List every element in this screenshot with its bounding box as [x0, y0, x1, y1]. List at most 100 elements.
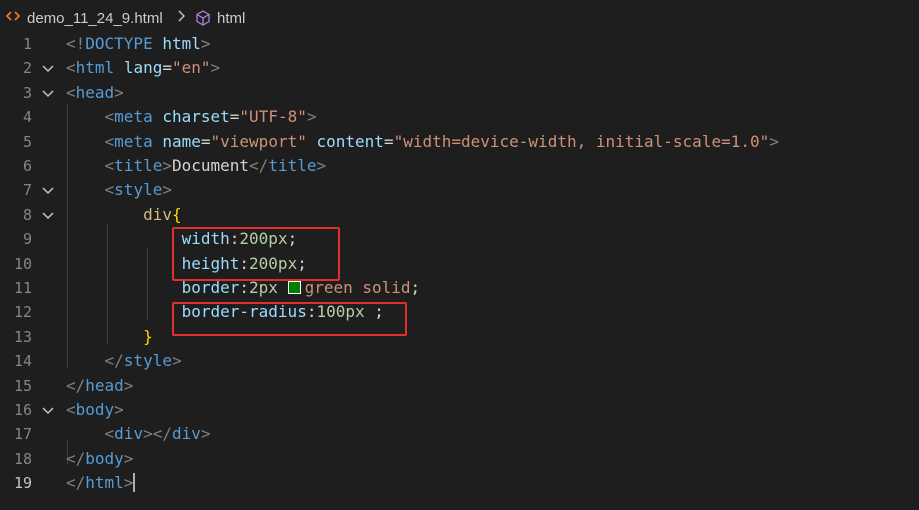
code-line[interactable]: 3 <head>	[0, 81, 919, 105]
code-line[interactable]: 6 <title>Document</title>	[0, 154, 919, 178]
line-number: 11	[13, 279, 32, 297]
fold-chevron-icon[interactable]	[40, 402, 56, 418]
code-token: }	[143, 326, 153, 346]
code-line[interactable]: 13 }	[0, 325, 919, 349]
code-token: >	[114, 82, 124, 102]
color-swatch[interactable]	[287, 281, 301, 294]
code-line[interactable]: 2 <html lang="en">	[0, 56, 919, 80]
code-text: div{	[66, 203, 182, 227]
code-token: >	[114, 400, 124, 419]
code-line[interactable]: 8 div{	[0, 203, 919, 227]
code-line[interactable]: 18 </body>	[0, 447, 919, 471]
code-line[interactable]: 15 </head>	[0, 374, 919, 398]
highlight-box-border-radius	[172, 302, 407, 336]
code-token: head	[85, 375, 124, 395]
breadcrumb-symbol[interactable]: html	[217, 10, 245, 27]
code-token: <	[66, 400, 76, 419]
code-token: "UTF-8"	[239, 107, 307, 127]
code-line[interactable]: 1 <!DOCTYPE html>	[0, 32, 919, 56]
code-text: <head>	[66, 81, 124, 105]
line-number: 5	[22, 132, 32, 151]
line-number: 6	[22, 157, 32, 175]
code-token: meta	[114, 131, 153, 151]
line-number: 15	[13, 376, 32, 395]
line-number: 12	[13, 303, 32, 322]
code-line[interactable]: 11 border:2px green solid;	[0, 276, 919, 300]
line-number: 16	[13, 401, 32, 419]
code-line[interactable]: 4 <meta charset="UTF-8">	[0, 105, 919, 129]
code-token: {	[171, 204, 182, 224]
code-line[interactable]: 14 </style>	[0, 349, 919, 373]
code-token: >	[210, 58, 221, 78]
code-line[interactable]: 9 width:200px;	[0, 227, 919, 251]
code-token: </	[66, 375, 86, 395]
code-text: </style>	[66, 349, 182, 373]
line-number: 14	[13, 352, 32, 371]
code-token: body	[85, 448, 124, 468]
line-number: 19	[13, 474, 32, 493]
line-number: 1	[22, 35, 32, 53]
code-token: >	[306, 107, 317, 127]
line-number: 7	[22, 181, 32, 200]
code-line[interactable]: 12 border-radius:100px ;	[0, 300, 919, 324]
code-token: <	[104, 180, 115, 200]
code-token: >	[200, 424, 211, 444]
code-token: >	[162, 180, 172, 200]
code-token: </	[249, 156, 269, 175]
fold-chevron-icon[interactable]	[40, 85, 56, 101]
code-token: =	[200, 131, 211, 151]
code-line[interactable]: 16 <body>	[0, 398, 919, 422]
code-text: <style>	[66, 178, 172, 202]
code-token: >	[123, 375, 134, 395]
code-token: title	[114, 156, 163, 175]
code-token: meta	[114, 107, 153, 127]
code-text: <meta charset="UTF-8">	[66, 105, 317, 129]
code-token: "width=device-width, initial-scale=1.0"	[393, 131, 770, 151]
code-text: <body>	[66, 398, 124, 422]
code-line[interactable]: 7 <style>	[0, 178, 919, 202]
cube-symbol-icon	[195, 10, 211, 30]
code-token: div	[114, 424, 144, 444]
fold-chevron-icon[interactable]	[40, 207, 56, 223]
code-token: "en"	[171, 58, 211, 78]
code-line[interactable]: 19 </html>	[0, 471, 919, 495]
code-token: >	[123, 448, 134, 468]
code-token: div	[143, 204, 172, 224]
code-token: head	[75, 82, 115, 102]
code-line[interactable]: 10 height:200px;	[0, 252, 919, 276]
code-token: ></	[143, 424, 172, 444]
code-token: <	[104, 156, 115, 175]
line-number: 13	[13, 327, 32, 346]
code-editor[interactable]: 1 <!DOCTYPE html> 2 <html lang="en"> 3 <head>…	[0, 32, 919, 510]
code-token: <	[66, 58, 76, 78]
code-token: <	[104, 424, 115, 444]
code-token: =	[162, 58, 172, 78]
code-token: </	[66, 448, 86, 468]
fold-chevron-icon[interactable]	[40, 182, 56, 198]
code-token: >	[200, 34, 211, 53]
code-token: >	[123, 473, 134, 493]
text-cursor	[133, 473, 136, 493]
breadcrumb-file-name[interactable]: demo_11_24_9.html	[27, 10, 163, 27]
code-token: >	[769, 131, 779, 151]
code-line[interactable]: 5 <meta name="viewport" content="width=d…	[0, 130, 919, 154]
code-token: content	[316, 131, 384, 151]
code-token: style	[123, 351, 172, 371]
code-token: html	[162, 34, 201, 53]
code-text: <!DOCTYPE html>	[66, 32, 211, 56]
code-token: =	[383, 131, 394, 151]
code-token: title	[268, 156, 317, 175]
code-line[interactable]: 17 <div></div>	[0, 422, 919, 446]
fold-chevron-icon[interactable]	[40, 60, 56, 76]
code-text: <html lang="en">	[66, 56, 220, 80]
